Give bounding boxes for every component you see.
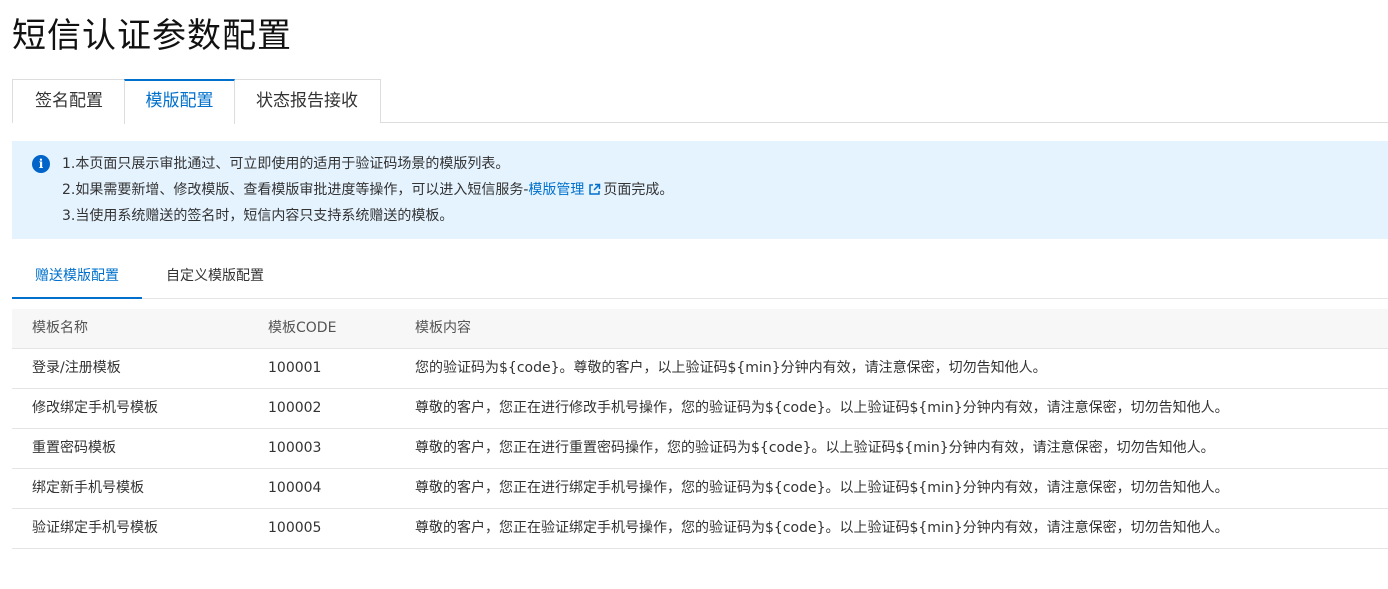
external-link-icon[interactable] [588, 183, 601, 196]
header-template-name: 模板名称 [32, 320, 88, 336]
table-header: 模板名称 模板CODE 模板内容 [12, 309, 1388, 349]
table-row: 重置密码模板 100003 尊敬的客户，您正在进行重置密码操作，您的验证码为${… [12, 429, 1388, 469]
cell-template-name: 登录/注册模板 [32, 360, 121, 376]
cell-template-content: 尊敬的客户，您正在进行修改手机号操作，您的验证码为${code}。以上验证码${… [415, 400, 1229, 416]
tab-template-config[interactable]: 模版配置 [124, 79, 235, 124]
cell-template-code: 100005 [268, 520, 322, 536]
tab-custom-template-config[interactable]: 自定义模版配置 [150, 256, 280, 299]
notice-line-1: 1.本页面只展示审批通过、可立即使用的适用于验证码场景的模版列表。 [62, 156, 510, 172]
cell-template-name: 重置密码模板 [32, 440, 116, 456]
cell-template-content: 尊敬的客户，您正在验证绑定手机号操作，您的验证码为${code}。以上验证码${… [415, 520, 1229, 536]
cell-template-content: 尊敬的客户，您正在进行重置密码操作，您的验证码为${code}。以上验证码${m… [415, 440, 1215, 456]
main-tab-bar: 签名配置 状态报告接收 模版配置 [12, 79, 1388, 124]
tab-signature-config[interactable]: 签名配置 [12, 79, 125, 123]
cell-template-code: 100003 [268, 440, 322, 456]
notice-line-2-prefix: 2.如果需要新增、修改模版、查看模版审批进度等操作，可以进入短信服务- [62, 182, 529, 198]
tab-status-report[interactable]: 状态报告接收 [234, 79, 381, 123]
page-title: 短信认证参数配置 [12, 16, 292, 56]
cell-template-content: 尊敬的客户，您正在进行绑定手机号操作，您的验证码为${code}。以上验证码${… [415, 480, 1229, 496]
template-management-link[interactable]: 模版管理 [528, 182, 584, 198]
table-row: 修改绑定手机号模板 100002 尊敬的客户，您正在进行修改手机号操作，您的验证… [12, 389, 1388, 429]
sub-tab-bar: 赠送模版配置 自定义模版配置 [12, 256, 1388, 299]
notice-line-3: 3.当使用系统赠送的签名时，短信内容只支持系统赠送的模板。 [62, 208, 454, 224]
table-row: 登录/注册模板 100001 您的验证码为${code}。尊敬的客户，以上验证码… [12, 349, 1388, 389]
header-template-code: 模板CODE [268, 320, 337, 336]
cell-template-code: 100001 [268, 360, 322, 376]
info-icon: i [32, 155, 50, 173]
tab-gift-template-config[interactable]: 赠送模版配置 [12, 256, 142, 299]
header-template-content: 模板内容 [415, 320, 471, 336]
cell-template-name: 绑定新手机号模板 [32, 480, 144, 496]
table-row: 验证绑定手机号模板 100005 尊敬的客户，您正在验证绑定手机号操作，您的验证… [12, 509, 1388, 549]
cell-template-name: 验证绑定手机号模板 [32, 520, 158, 536]
notice-line-2-suffix: 页面完成。 [603, 182, 674, 198]
cell-template-code: 100004 [268, 480, 322, 496]
cell-template-name: 修改绑定手机号模板 [32, 400, 158, 416]
table-row: 绑定新手机号模板 100004 尊敬的客户，您正在进行绑定手机号操作，您的验证码… [12, 469, 1388, 509]
template-table: 模板名称 模板CODE 模板内容 登录/注册模板 100001 您的验证码为${… [12, 309, 1388, 549]
cell-template-code: 100002 [268, 400, 322, 416]
cell-template-content: 您的验证码为${code}。尊敬的客户，以上验证码${min}分钟内有效，请注意… [415, 360, 1047, 376]
notice-line-2: 2.如果需要新增、修改模版、查看模版审批进度等操作，可以进入短信服务-模版管理 页… [62, 180, 673, 200]
info-notice: i 1.本页面只展示审批通过、可立即使用的适用于验证码场景的模版列表。 2.如果… [12, 141, 1388, 239]
